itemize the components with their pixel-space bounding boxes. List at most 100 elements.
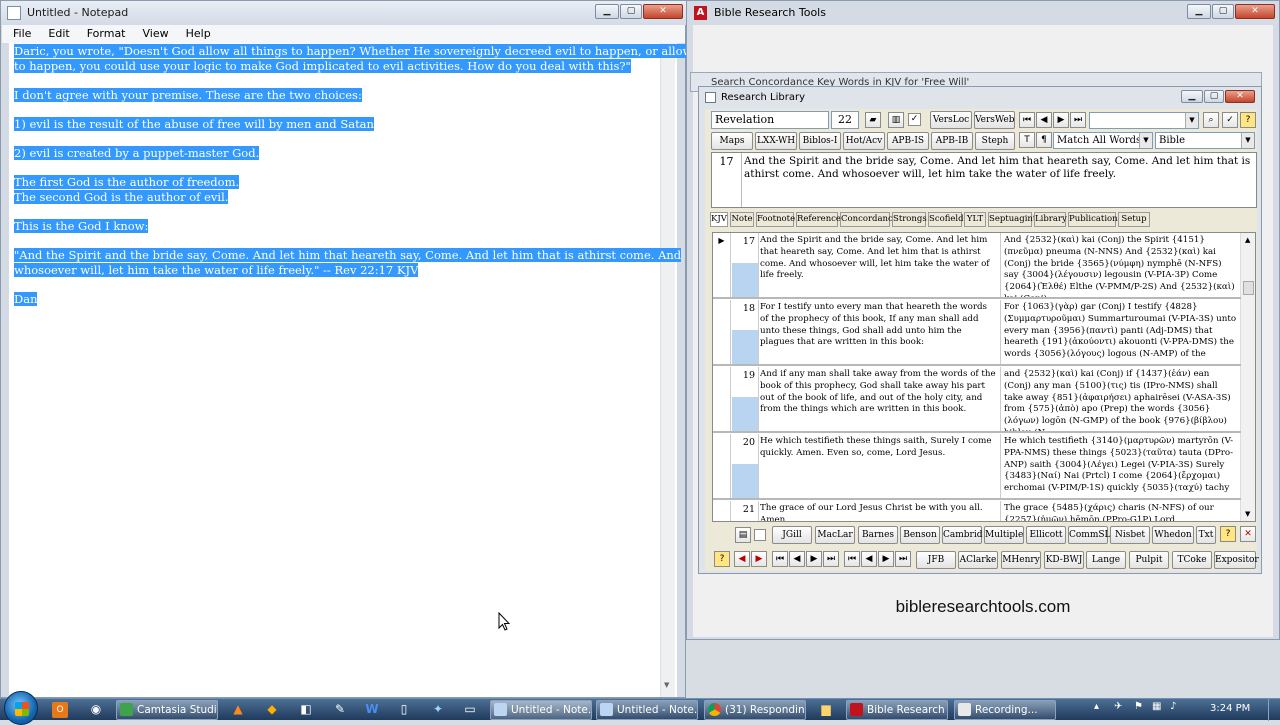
app-icon-6[interactable]: ▭ [460,700,480,719]
vlc-icon[interactable]: ▲ [228,700,248,719]
help-icon[interactable]: ? [1240,112,1256,128]
scroll-down-icon[interactable]: ▼ [664,678,669,693]
task-chrome[interactable]: (31) Respondin... [704,700,806,720]
row-selection-cell[interactable] [732,330,759,364]
app-icon-3[interactable]: ◧ [296,700,316,719]
ref-aclarke-button[interactable]: AClarke [958,551,998,569]
tray-app-icon[interactable]: ✈ [1114,701,1122,712]
last-icon[interactable]: ⏭ [1070,112,1086,128]
next-chapter-icon[interactable]: ▶ [878,551,894,567]
rl-maximize-button[interactable]: ▢ [1204,90,1224,103]
ref-lange-button[interactable]: Lange [1086,551,1126,569]
tray-flag-icon[interactable]: ⚑ [1134,701,1143,712]
table-row[interactable]: 21 The grace of our Lord Jesus Christ be … [713,501,1241,521]
brt-close-button[interactable]: ✕ [1235,4,1275,19]
next-red-icon[interactable]: ▶ [751,551,767,567]
match-select[interactable]: Match All Words ▼ [1053,132,1153,149]
verse-grid[interactable]: ▲ ▼ ▶ 17 And the Spirit and the bride say,… [712,232,1256,522]
tab-note[interactable]: Note [730,212,754,227]
menu-file[interactable]: File [2,25,37,40]
rl-close-button[interactable]: ✕ [1225,90,1255,103]
scroll-thumb[interactable] [1243,281,1254,295]
checkbox-icon[interactable]: ✓ [908,113,921,126]
book-stack-icon[interactable]: ▰ [865,112,881,128]
tab-setup[interactable]: Setup [1118,212,1150,227]
menu-edit[interactable]: Edit [37,25,75,40]
tab-concordance[interactable]: Concordance [840,212,898,227]
task-notepad-2[interactable]: Untitled - Note... [596,700,698,720]
commentary-jgill-button[interactable]: JGill [772,526,812,544]
first-chapter-icon[interactable]: ⏮ [844,551,860,567]
maps-button[interactable]: Maps [711,132,753,150]
notepad-text-area[interactable]: ▲ ▼ Daric, you wrote, "Doesn't God allow… [9,43,711,697]
scroll-up-icon[interactable]: ▲ [1245,236,1250,244]
check-icon[interactable]: ✓ [1222,112,1238,128]
commentary-ellicott-button[interactable]: Ellicott [1026,526,1066,544]
first-icon[interactable]: ⏮ [1019,112,1035,128]
document-icon[interactable]: ▯ [394,700,414,719]
book-field[interactable]: Revelation [711,111,829,129]
brt-minimize-button[interactable]: ▁ [1187,4,1211,19]
hint-icon[interactable]: ? [714,551,730,567]
apb-ib-button[interactable]: APB-IB [931,132,973,150]
commentary-multiple-button[interactable]: Multiple [984,526,1024,544]
firefox-icon[interactable]: ◉ [86,700,106,719]
steph-button[interactable]: Steph [975,132,1015,150]
last-book-icon[interactable]: ⏭ [823,551,839,567]
menu-help[interactable]: Help [175,25,217,40]
tab-library[interactable]: Library [1034,212,1067,227]
clock[interactable]: 3:24 PM [1210,703,1250,714]
versweb-button[interactable]: VersWeb [974,111,1015,129]
close-button[interactable]: ✕ [643,4,683,19]
tab-strongs[interactable]: Strongs [892,212,927,227]
app-icon-2[interactable]: ◆ [262,700,282,719]
tab-reference[interactable]: Reference [796,212,841,227]
commentary-whedon-button[interactable]: Whedon [1152,526,1194,544]
ref-jfb-button[interactable]: JFB [916,551,956,569]
help-icon[interactable]: ? [1220,526,1236,542]
table-row[interactable]: ▶ 17 And the Spirit and the bride say, Com… [713,233,1241,299]
open-book-icon[interactable]: ▥ [888,112,904,128]
commentary-maclar-button[interactable]: MacLar [815,526,855,544]
next-icon[interactable]: ▶ [1053,112,1069,128]
tab-scofield[interactable]: Scofield [928,212,964,227]
notepad-vertical-scrollbar[interactable]: ▲ ▼ [660,43,675,697]
source-select[interactable]: Bible ▼ [1155,132,1255,149]
show-desktop-button[interactable] [1268,699,1280,721]
row-selection-cell[interactable] [732,263,759,297]
outlook-icon[interactable]: O [52,702,68,718]
first-book-icon[interactable]: ⏮ [772,551,788,567]
scroll-down-icon[interactable]: ▼ [1245,510,1250,518]
lxx-wh-button[interactable]: LXX-WH [755,132,797,150]
tab-ylt[interactable]: YLT [964,212,986,227]
tab-publications[interactable]: Publications [1068,212,1122,227]
task-notepad-1[interactable]: Untitled - Note... [490,700,592,720]
menu-view[interactable]: View [132,25,175,40]
word-icon[interactable]: W [362,700,382,719]
next-book-icon[interactable]: ▶ [806,551,822,567]
ref-kd-bwj-button[interactable]: KD-BWJ [1044,551,1084,569]
tray-expand-icon[interactable]: ▴ [1094,701,1099,712]
delete-icon[interactable]: ✕ [1240,526,1256,542]
prev-chapter-icon[interactable]: ◀ [861,551,877,567]
tab-footnote[interactable]: Footnote [756,212,795,227]
chapter-field[interactable]: 22 [831,111,859,129]
menu-format[interactable]: Format [76,25,132,40]
biblos-i-button[interactable]: Biblos-I [799,132,841,150]
prev-red-icon[interactable]: ◀ [734,551,750,567]
rl-minimize-button[interactable]: ▁ [1181,90,1203,103]
brt-titlebar[interactable]: A Bible Research Tools ▁ ▢ ✕ [687,1,1280,25]
tab-septuagint[interactable]: Septuagint [988,212,1036,227]
ref-tcoke-button[interactable]: TCoke [1172,551,1212,569]
table-row[interactable]: 20 He which testifieth these things saith… [713,434,1241,500]
table-row[interactable]: 18 For I testify unto every man that hear… [713,300,1241,366]
commentary-commsl-button[interactable]: CommSL [1068,526,1111,544]
tray-volume-icon[interactable]: ♪ [1170,701,1176,712]
ref-mhenry-button[interactable]: MHenry [1001,551,1041,569]
rl-titlebar[interactable]: Research Library ▁ ▢ ✕ [699,87,1263,109]
commentary-txt-button[interactable]: Txt [1196,526,1216,544]
versloc-button[interactable]: VersLoc [930,111,972,129]
brt-maximize-button[interactable]: ▢ [1212,4,1234,19]
prev-book-icon[interactable]: ◀ [789,551,805,567]
task-camtasia[interactable]: Camtasia Studi... [116,700,218,720]
